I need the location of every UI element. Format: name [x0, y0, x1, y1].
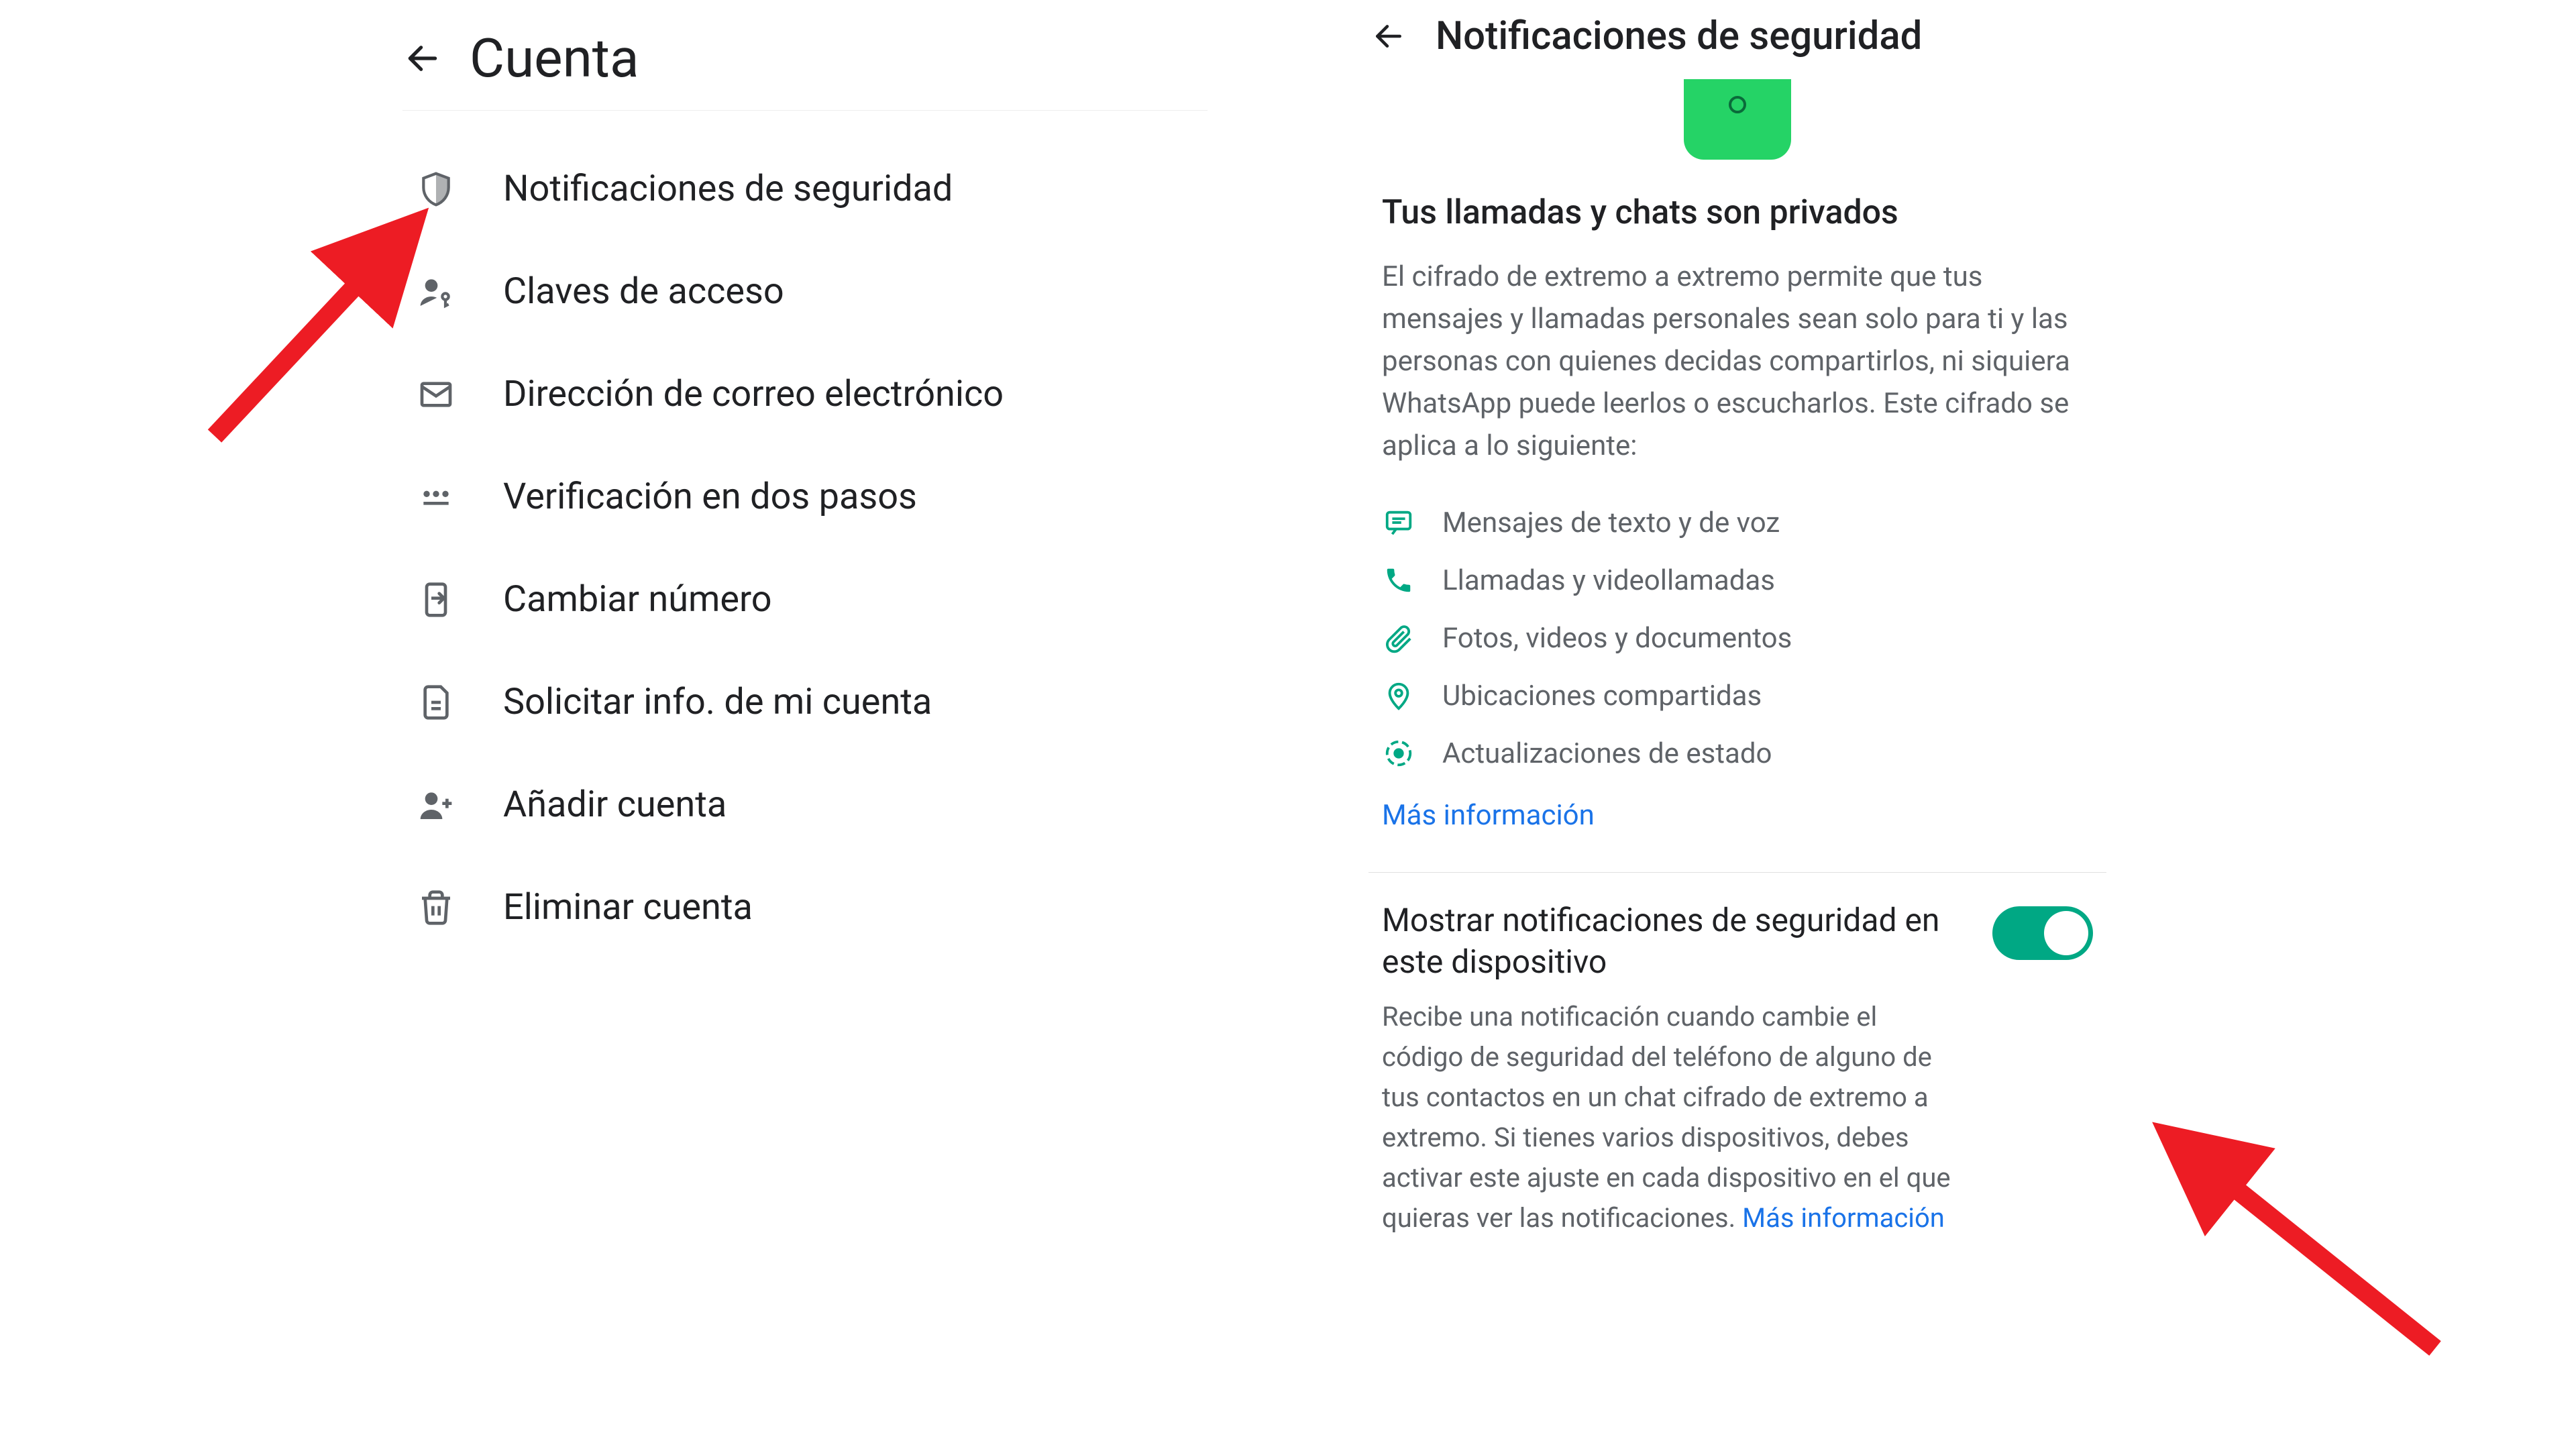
dots-password-icon	[416, 477, 456, 517]
feature-item-status: Actualizaciones de estado	[1382, 724, 2093, 782]
account-title: Cuenta	[470, 27, 639, 90]
annotation-arrow-right	[2127, 1107, 2462, 1375]
security-notifications-panel: Notificaciones de seguridad Tus llamadas…	[1288, 0, 2576, 1449]
feature-label: Actualizaciones de estado	[1442, 737, 1772, 770]
menu-label: Cambiar número	[503, 578, 772, 621]
feature-item-location: Ubicaciones compartidas	[1382, 667, 2093, 724]
encryption-feature-list: Mensajes de texto y de voz Llamadas y vi…	[1382, 494, 2093, 782]
menu-item-passkeys[interactable]: Claves de acceso	[402, 240, 1208, 343]
chat-icon	[1382, 506, 1415, 539]
toggle-description: Recibe una notificación cuando cambie el…	[1382, 997, 1952, 1238]
menu-label: Solicitar info. de mi cuenta	[503, 681, 932, 723]
feature-label: Ubicaciones compartidas	[1442, 680, 1762, 712]
menu-item-email[interactable]: Dirección de correo electrónico	[402, 343, 1208, 445]
toggle-title: Mostrar notificaciones de seguridad en e…	[1382, 900, 1952, 983]
shield-icon	[416, 169, 456, 209]
toggle-row-security-notifications: Mostrar notificaciones de seguridad en e…	[1368, 900, 2106, 1238]
menu-label: Verificación en dos pasos	[503, 476, 917, 518]
feature-item-calls: Llamadas y videollamadas	[1382, 551, 2093, 609]
menu-label: Dirección de correo electrónico	[503, 373, 1004, 415]
back-arrow-icon[interactable]	[402, 38, 443, 78]
privacy-heading: Tus llamadas y chats son privados	[1382, 193, 2093, 232]
phone-icon	[1382, 564, 1415, 597]
menu-item-two-step[interactable]: Verificación en dos pasos	[402, 445, 1208, 548]
feature-item-messages: Mensajes de texto y de voz	[1382, 494, 2093, 551]
menu-item-add-account[interactable]: Añadir cuenta	[402, 753, 1208, 856]
attachment-icon	[1382, 621, 1415, 655]
menu-label: Añadir cuenta	[503, 784, 727, 826]
more-info-link[interactable]: Más información	[1382, 799, 1595, 832]
feature-label: Fotos, videos y documentos	[1442, 622, 1792, 655]
feature-item-media: Fotos, videos y documentos	[1382, 609, 2093, 667]
menu-item-delete-account[interactable]: Eliminar cuenta	[402, 856, 1208, 959]
account-settings-panel: Cuenta Notificaciones de seguridad Clave…	[0, 0, 1288, 1449]
privacy-body: El cifrado de extremo a extremo permite …	[1382, 256, 2093, 467]
menu-label: Claves de acceso	[503, 270, 784, 313]
person-add-icon	[416, 785, 456, 825]
person-key-icon	[416, 272, 456, 312]
feature-label: Mensajes de texto y de voz	[1442, 506, 1780, 539]
menu-label: Eliminar cuenta	[503, 886, 753, 928]
menu-item-change-number[interactable]: Cambiar número	[402, 548, 1208, 651]
menu-item-request-info[interactable]: Solicitar info. de mi cuenta	[402, 651, 1208, 753]
toggle-more-info-link[interactable]: Más información	[1742, 1202, 1945, 1234]
phone-swap-icon	[416, 580, 456, 620]
security-title: Notificaciones de seguridad	[1436, 13, 1922, 59]
document-icon	[416, 682, 456, 722]
menu-label: Notificaciones de seguridad	[503, 168, 953, 210]
toggle-switch[interactable]	[1992, 906, 2093, 960]
feature-label: Llamadas y videollamadas	[1442, 564, 1775, 597]
status-circle-icon	[1382, 737, 1415, 770]
back-arrow-icon[interactable]	[1368, 16, 1409, 56]
trash-icon	[416, 888, 456, 928]
security-header: Notificaciones de seguridad	[1368, 0, 2106, 79]
phone-illustration	[1684, 79, 1791, 160]
account-header: Cuenta	[402, 27, 1208, 111]
mail-icon	[416, 374, 456, 415]
menu-item-security-notifications[interactable]: Notificaciones de seguridad	[402, 138, 1208, 240]
section-divider	[1368, 872, 2106, 873]
location-pin-icon	[1382, 679, 1415, 712]
